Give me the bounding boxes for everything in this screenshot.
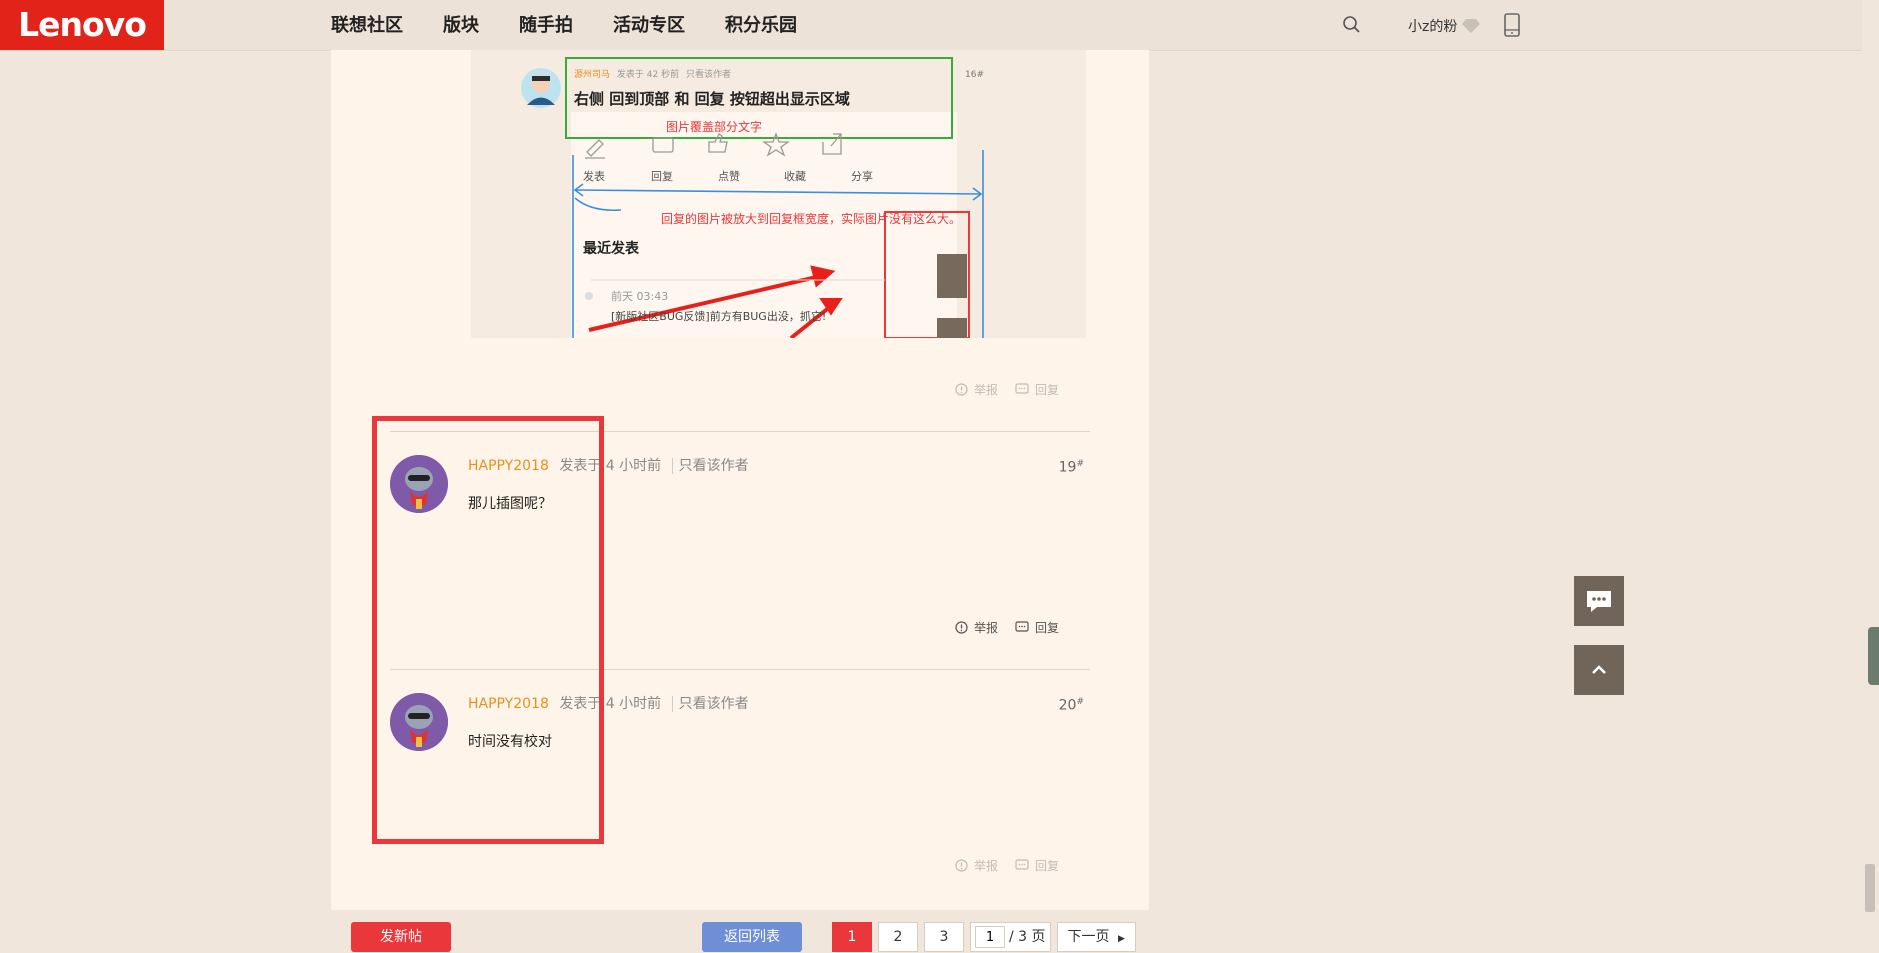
- report-label: 举报: [974, 383, 999, 397]
- embedded-recent-time: 前天 03:43: [611, 290, 669, 303]
- page-2[interactable]: 2: [878, 922, 918, 952]
- only-author-link[interactable]: 只看该作者: [671, 458, 749, 474]
- comment-icon: [1015, 859, 1029, 870]
- nav-snapshot[interactable]: 随手拍: [519, 0, 573, 50]
- diamond-icon: [1462, 18, 1480, 37]
- nav-boards[interactable]: 版块: [443, 0, 479, 50]
- report-link[interactable]: 举报: [955, 381, 998, 398]
- post-time: 发表于 4 小时前: [559, 696, 662, 712]
- quick-reply-button[interactable]: [1574, 576, 1624, 626]
- post-body: 时间没有校对: [468, 734, 552, 750]
- search-icon[interactable]: [1342, 15, 1362, 39]
- post-body: 那儿插图呢？: [468, 496, 552, 512]
- reply-post-19: HAPPY2018 发表于 4 小时前 只看该作者 19# 那儿插图呢？: [390, 431, 1090, 631]
- comment-icon: [1015, 383, 1029, 394]
- embedded-recent-heading: 最近发表: [583, 241, 639, 257]
- nav-points[interactable]: 积分乐园: [725, 0, 797, 50]
- mobile-icon[interactable]: [1503, 13, 1521, 41]
- embedded-note-red: 回复的图片被放大到回复框宽度，实际图片没有这么大。: [661, 212, 962, 226]
- post-time: 发表于 4 小时前: [559, 458, 662, 474]
- reply-label: 回复: [1035, 859, 1060, 873]
- embedded-annotations: [572, 132, 984, 338]
- embedded-recent-text: [新版社区BUG反馈]前方有BUG出没，抓它!: [611, 310, 827, 323]
- reply-label: 回复: [1035, 383, 1060, 397]
- report-link[interactable]: 举报: [955, 857, 998, 874]
- reply-link[interactable]: 回复: [1015, 381, 1059, 398]
- alert-icon: [955, 383, 968, 396]
- alert-icon: [955, 621, 968, 634]
- page-total: / 3 页: [1009, 929, 1046, 945]
- page-jump-input[interactable]: [975, 926, 1005, 948]
- report-link[interactable]: 举报: [955, 619, 998, 636]
- report-label: 举报: [974, 859, 999, 873]
- alert-icon: [955, 859, 968, 872]
- back-to-top-button[interactable]: [1574, 645, 1624, 695]
- side-handle[interactable]: [1868, 627, 1879, 685]
- post-meta: HAPPY2018 发表于 4 小时前 只看该作者: [468, 455, 749, 475]
- top-navbar: Lenovo 联想社区 版块 随手拍 活动专区 积分乐园 小z的粉: [0, 0, 1879, 51]
- embedded-tool-like: 点赞: [718, 170, 740, 183]
- nav-community[interactable]: 联想社区: [331, 0, 403, 50]
- author-link[interactable]: HAPPY2018: [468, 696, 549, 712]
- comment-icon: [1015, 621, 1029, 632]
- caret-right-icon: ▶: [1117, 934, 1125, 944]
- avatar[interactable]: [390, 693, 448, 751]
- only-author-link[interactable]: 只看该作者: [671, 696, 749, 712]
- vertical-scrollbar[interactable]: [1862, 0, 1879, 946]
- main-nav: 联想社区 版块 随手拍 活动专区 积分乐园: [331, 0, 837, 50]
- embedded-tool-favorite: 收藏: [784, 170, 806, 183]
- next-page-label: 下一页: [1067, 929, 1110, 945]
- reply-link[interactable]: 回复: [1015, 857, 1059, 874]
- floor-number: 20#: [1058, 697, 1084, 714]
- pagination: 1 2 3 / 3 页 下一页 ▶: [832, 922, 1142, 952]
- user-name[interactable]: 小z的粉: [1408, 16, 1457, 36]
- reply-label: 回复: [1035, 621, 1060, 635]
- new-post-button[interactable]: 发新帖: [351, 922, 451, 952]
- reply-link[interactable]: 回复: [1015, 619, 1059, 636]
- lenovo-logo[interactable]: Lenovo: [0, 0, 164, 50]
- embedded-tool-post: 发表: [583, 170, 605, 183]
- report-label: 举报: [974, 621, 999, 635]
- post-image: 源州司马 发表于 42 秒前 只看该作者 16# 右侧 回到顶部 和 回复 按钮…: [471, 50, 1086, 338]
- nav-events[interactable]: 活动专区: [613, 0, 685, 50]
- embedded-tool-share: 分享: [851, 170, 873, 183]
- next-page-button[interactable]: 下一页 ▶: [1056, 922, 1136, 952]
- chevron-up-icon: [1592, 665, 1606, 674]
- post-meta: HAPPY2018 发表于 4 小时前 只看该作者: [468, 693, 749, 713]
- avatar[interactable]: [390, 455, 448, 513]
- back-to-list-button[interactable]: 返回列表: [702, 922, 802, 952]
- page-jump: / 3 页: [970, 922, 1051, 952]
- page-3[interactable]: 3: [924, 922, 964, 952]
- reply-post-20: HAPPY2018 发表于 4 小时前 只看该作者 20# 时间没有校对: [390, 669, 1090, 869]
- chat-bubble-icon: [1587, 591, 1611, 612]
- page-1[interactable]: 1: [832, 922, 872, 952]
- floor-number: 19#: [1058, 459, 1084, 476]
- author-link[interactable]: HAPPY2018: [468, 458, 549, 474]
- embedded-tool-reply: 回复: [651, 170, 673, 183]
- scrollbar-thumb[interactable]: [1865, 864, 1875, 912]
